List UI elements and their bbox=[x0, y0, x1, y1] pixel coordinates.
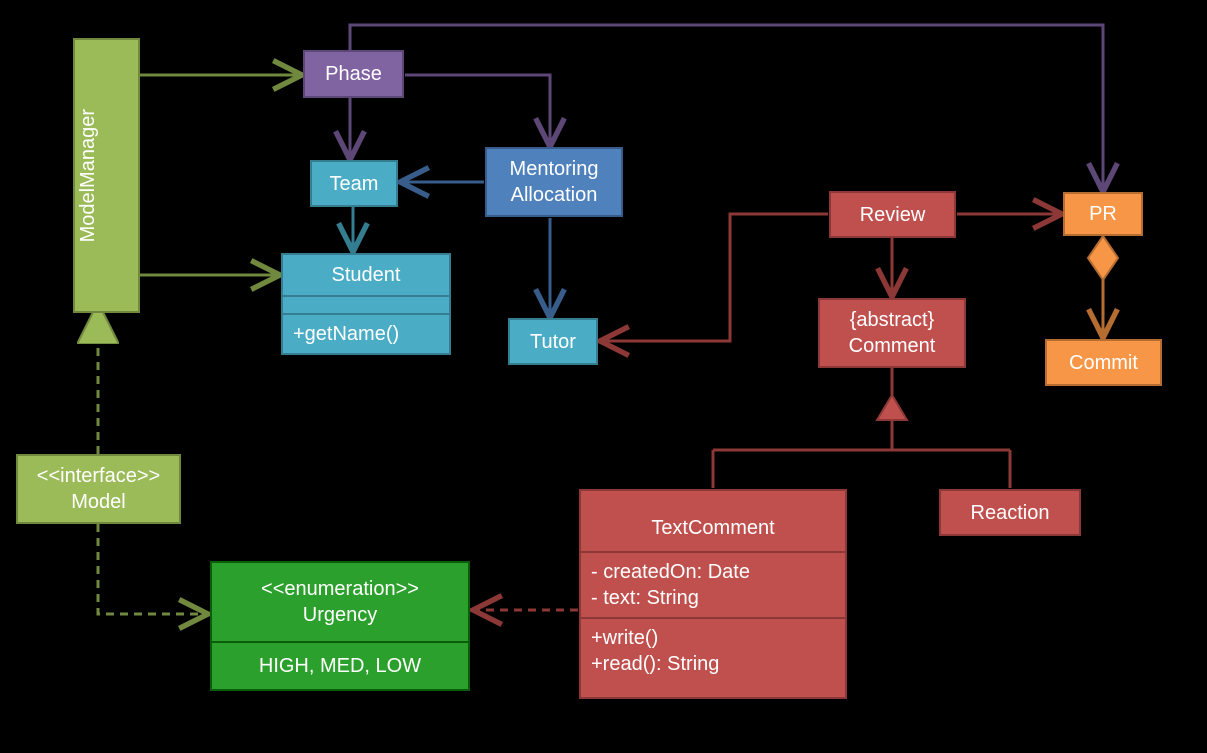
student-method: +getName() bbox=[283, 313, 449, 353]
class-team: Team bbox=[310, 160, 398, 207]
reaction-label: Reaction bbox=[941, 500, 1079, 526]
textcomment-method2: +read(): String bbox=[591, 651, 835, 677]
class-modelmanager: ModelManager bbox=[73, 38, 140, 313]
class-review: Review bbox=[829, 191, 956, 238]
comment-name: Comment bbox=[820, 333, 964, 359]
comment-stereotype: {abstract} bbox=[820, 307, 964, 333]
mentoring-line2: Allocation bbox=[487, 182, 621, 208]
textcomment-attr2: - text: String bbox=[591, 585, 835, 611]
textcomment-attr1: - createdOn: Date bbox=[591, 559, 835, 585]
phase-label: Phase bbox=[305, 61, 402, 87]
class-phase: Phase bbox=[303, 50, 404, 98]
enum-urgency: <<enumeration>> Urgency HIGH, MED, LOW bbox=[210, 561, 470, 691]
class-mentoring-allocation: Mentoring Allocation bbox=[485, 147, 623, 217]
pr-label: PR bbox=[1065, 201, 1141, 227]
class-pr: PR bbox=[1063, 192, 1143, 236]
commit-label: Commit bbox=[1047, 350, 1160, 376]
class-student: Student +getName() bbox=[281, 253, 451, 355]
review-label: Review bbox=[831, 202, 954, 228]
textcomment-name: TextComment bbox=[651, 517, 774, 539]
class-reaction: Reaction bbox=[939, 489, 1081, 536]
tutor-label: Tutor bbox=[510, 329, 596, 355]
modelmanager-label: ModelManager bbox=[75, 109, 138, 242]
team-label: Team bbox=[312, 171, 396, 197]
class-tutor: Tutor bbox=[508, 318, 598, 365]
urgency-values: HIGH, MED, LOW bbox=[212, 641, 468, 689]
mentoring-line1: Mentoring bbox=[487, 156, 621, 182]
student-name: Student bbox=[332, 262, 401, 288]
model-name: Model bbox=[28, 489, 169, 515]
class-textcomment: TextComment - createdOn: Date - text: St… bbox=[579, 489, 847, 699]
urgency-name: Urgency bbox=[222, 602, 458, 628]
class-comment: {abstract} Comment bbox=[818, 298, 966, 368]
urgency-stereotype: <<enumeration>> bbox=[222, 576, 458, 602]
model-stereotype: <<interface>> bbox=[28, 463, 169, 489]
interface-model: <<interface>> Model bbox=[16, 454, 181, 524]
class-commit: Commit bbox=[1045, 339, 1162, 386]
textcomment-method1: +write() bbox=[591, 625, 835, 651]
